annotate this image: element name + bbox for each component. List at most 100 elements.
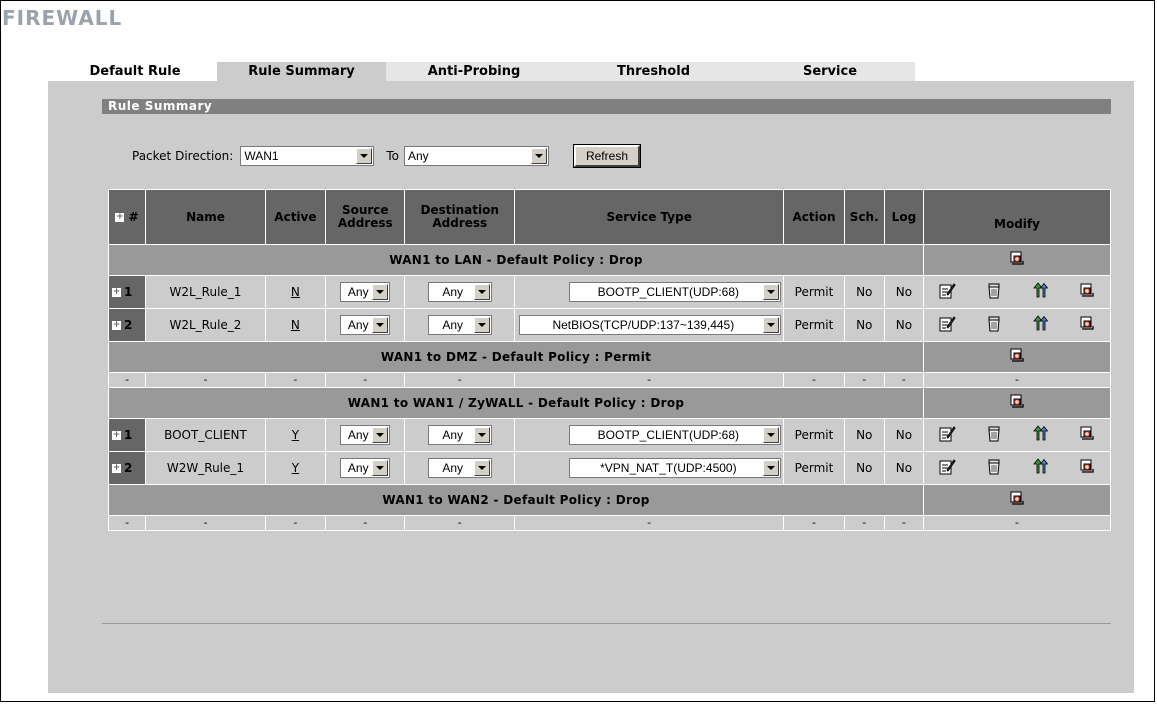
insert-rule-cell[interactable] xyxy=(924,245,1110,275)
chevron-down-icon xyxy=(372,460,389,476)
insert-icon[interactable] xyxy=(1078,282,1096,303)
expand-icon[interactable]: + xyxy=(112,288,121,297)
move-icon[interactable] xyxy=(1031,314,1049,336)
rule-num-cell[interactable]: +2 xyxy=(109,452,146,484)
insert-icon[interactable] xyxy=(1078,315,1096,336)
tab-rule-summary[interactable]: Rule Summary xyxy=(217,62,386,81)
group-title: WAN1 to LAN - Default Policy : Drop xyxy=(109,245,924,275)
source-select[interactable]: Any xyxy=(340,282,391,302)
header-log: Log xyxy=(884,190,924,244)
destination-select[interactable]: Any xyxy=(427,315,492,335)
service-cell: NetBIOS(TCP/UDP:137~139,445) xyxy=(515,309,784,341)
edit-icon[interactable] xyxy=(938,282,956,303)
modify-cell xyxy=(924,276,1110,308)
group-row: WAN1 to WAN1 / ZyWALL - Default Policy :… xyxy=(109,388,1110,418)
insert-icon[interactable] xyxy=(1008,491,1026,511)
chevron-down-icon xyxy=(473,284,490,300)
insert-icon[interactable] xyxy=(1078,425,1096,446)
destination-select[interactable]: Any xyxy=(427,425,492,445)
empty-row: ---------- xyxy=(109,516,1110,530)
table-row: +2 W2W_Rule_1 Y Any Any *VPN_NAT_T(UDP:4500) P… xyxy=(109,452,1110,484)
expand-icon[interactable]: + xyxy=(112,464,121,473)
empty-cell: - xyxy=(326,516,405,530)
empty-cell: - xyxy=(515,516,784,530)
move-icon[interactable] xyxy=(1031,457,1049,479)
insert-icon[interactable] xyxy=(1078,458,1096,479)
insert-icon[interactable] xyxy=(1008,251,1026,271)
section-title: Rule Summary xyxy=(102,99,1111,114)
service-select[interactable]: BOOTP_CLIENT(UDP:68) xyxy=(569,282,782,302)
rule-active-link[interactable]: Y xyxy=(265,419,326,451)
insert-icon[interactable] xyxy=(1008,348,1026,368)
rule-sch: No xyxy=(844,309,884,341)
empty-cell: - xyxy=(784,373,844,387)
chevron-down-icon xyxy=(763,460,780,476)
modify-cell xyxy=(924,452,1110,484)
direction-from-value: WAN1 xyxy=(244,149,279,163)
header-num[interactable]: + # xyxy=(109,190,146,244)
service-select[interactable]: NetBIOS(TCP/UDP:137~139,445) xyxy=(519,315,782,335)
edit-icon[interactable] xyxy=(938,425,956,446)
move-icon[interactable] xyxy=(1031,281,1049,303)
direction-to-select[interactable]: Any xyxy=(403,146,549,166)
service-cell: *VPN_NAT_T(UDP:4500) xyxy=(515,452,784,484)
delete-icon[interactable] xyxy=(985,282,1003,303)
destination-select[interactable]: Any xyxy=(427,458,492,478)
rule-active-link[interactable]: Y xyxy=(265,452,326,484)
chevron-down-icon xyxy=(530,148,547,164)
move-icon[interactable] xyxy=(1031,424,1049,446)
chevron-down-icon xyxy=(473,460,490,476)
tab-default-rule[interactable]: Default Rule xyxy=(53,62,217,81)
delete-icon[interactable] xyxy=(985,425,1003,446)
source-select[interactable]: Any xyxy=(340,315,391,335)
delete-icon[interactable] xyxy=(985,315,1003,336)
header-sch: Sch. xyxy=(844,190,884,244)
source-select[interactable]: Any xyxy=(340,425,391,445)
expand-icon[interactable]: + xyxy=(112,321,121,330)
edit-icon[interactable] xyxy=(938,315,956,336)
insert-icon[interactable] xyxy=(1008,394,1026,414)
tab-anti-probing[interactable]: Anti-Probing xyxy=(386,62,562,81)
rule-name: W2W_Rule_1 xyxy=(146,452,265,484)
expand-all-icon[interactable]: + xyxy=(115,212,125,222)
source-select[interactable]: Any xyxy=(340,458,391,478)
expand-icon[interactable]: + xyxy=(112,431,121,440)
rule-num-cell[interactable]: +2 xyxy=(109,309,146,341)
chevron-down-icon xyxy=(763,317,780,333)
page-title: FIREWALL xyxy=(2,6,123,30)
empty-cell: - xyxy=(515,373,784,387)
service-select[interactable]: *VPN_NAT_T(UDP:4500) xyxy=(569,458,782,478)
rule-num-cell[interactable]: +1 xyxy=(109,419,146,451)
edit-icon[interactable] xyxy=(938,458,956,479)
delete-icon[interactable] xyxy=(985,458,1003,479)
to-label: To xyxy=(386,149,399,163)
table-row: +2 W2L_Rule_2 N Any Any NetBIOS(TCP/UDP:137~1… xyxy=(109,309,1110,341)
rule-log: No xyxy=(884,276,924,308)
destination-cell: Any xyxy=(405,452,514,484)
insert-rule-cell[interactable] xyxy=(924,342,1110,372)
service-select[interactable]: BOOTP_CLIENT(UDP:68) xyxy=(569,425,782,445)
refresh-button[interactable]: Refresh xyxy=(572,144,642,168)
insert-rule-cell[interactable] xyxy=(924,388,1110,418)
empty-cell: - xyxy=(884,373,924,387)
direction-from-select[interactable]: WAN1 xyxy=(240,146,375,166)
destination-select[interactable]: Any xyxy=(427,282,492,302)
source-cell: Any xyxy=(326,309,405,341)
group-row: WAN1 to LAN - Default Policy : Drop xyxy=(109,245,1110,275)
insert-rule-cell[interactable] xyxy=(924,485,1110,515)
rule-name: W2L_Rule_2 xyxy=(146,309,265,341)
rule-num-cell[interactable]: +1 xyxy=(109,276,146,308)
header-action: Action xyxy=(784,190,844,244)
empty-cell: - xyxy=(146,373,265,387)
table-row: +1 BOOT_CLIENT Y Any Any BOOTP_CLIENT(UDP:68)… xyxy=(109,419,1110,451)
rule-active-link[interactable]: N xyxy=(265,276,326,308)
chevron-down-icon xyxy=(372,284,389,300)
header-service: Service Type xyxy=(515,190,784,244)
empty-cell: - xyxy=(784,516,844,530)
rule-active-link[interactable]: N xyxy=(265,309,326,341)
group-row: WAN1 to WAN2 - Default Policy : Drop xyxy=(109,485,1110,515)
tab-threshold[interactable]: Threshold xyxy=(562,62,745,81)
tab-service[interactable]: Service xyxy=(745,62,915,81)
header-destination: Destination Address xyxy=(405,190,514,244)
rule-sch: No xyxy=(844,276,884,308)
